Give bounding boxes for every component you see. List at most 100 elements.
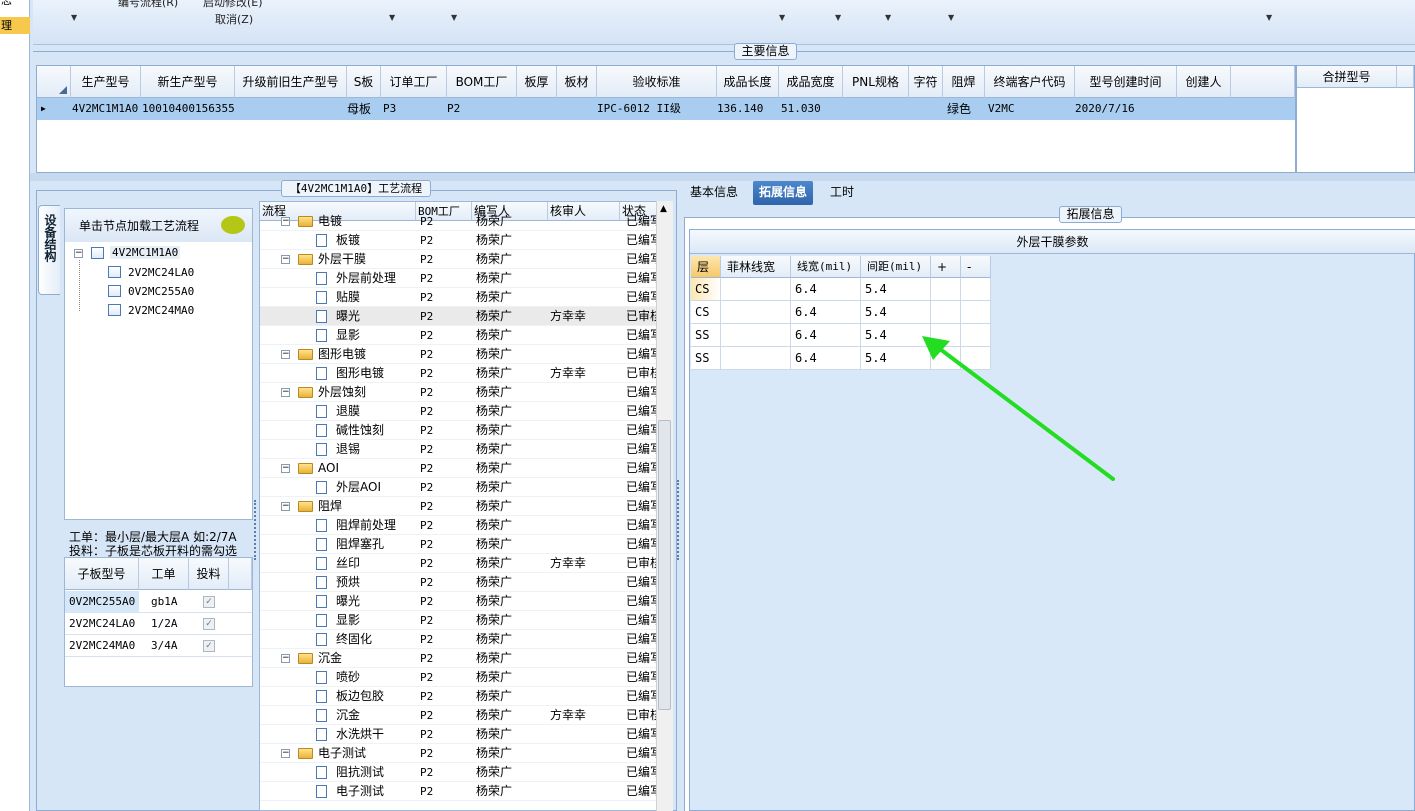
status-cell[interactable]: 已编写 [626,725,656,744]
status-cell[interactable]: 已审核 [626,307,656,326]
status-cell[interactable]: 已编写 [626,763,656,782]
table-row[interactable]: 2V2MC24MA0 3/4A ✓ [65,635,252,657]
tree-node-root[interactable]: 4V2MC1M1A0 [110,246,181,259]
bom-factory-cell[interactable]: P2 [420,212,433,231]
bom-factory-cell[interactable]: P2 [420,573,433,592]
process-name-cell[interactable]: 电子测试 [336,782,384,801]
process-name-cell[interactable]: 外层干膜 [318,250,366,269]
bom-factory-cell[interactable]: P2 [420,535,433,554]
writer-cell[interactable]: 杨荣广 [476,535,512,554]
cell-solder-mask[interactable]: 绿色 [947,98,971,120]
collapse-icon[interactable]: − [281,502,290,511]
reviewer-cell[interactable]: 方幸幸 [550,364,586,383]
process-row[interactable]: 终固化 P2 杨荣广 已编写 [260,630,660,649]
dropdown-arrow-icon[interactable]: ▼ [948,13,954,22]
film-width-cell[interactable] [721,347,791,370]
bom-factory-cell[interactable]: P2 [420,364,433,383]
collapse-icon[interactable]: − [281,464,290,473]
status-cell[interactable]: 已编写 [626,212,656,231]
writer-cell[interactable]: 杨荣广 [476,573,512,592]
plus-cell[interactable] [931,278,961,301]
status-cell[interactable]: 已编写 [626,326,656,345]
reviewer-cell[interactable]: 方幸幸 [550,307,586,326]
minus-cell[interactable] [961,301,991,324]
status-cell[interactable]: 已编写 [626,250,656,269]
writer-cell[interactable]: 杨荣广 [476,782,512,801]
bom-factory-cell[interactable]: P2 [420,421,433,440]
sub-order-cell[interactable]: gb1A [151,591,178,613]
col-header[interactable]: 阻焊 [943,66,985,98]
collapse-icon[interactable]: − [281,749,290,758]
process-row[interactable]: 阻焊塞孔 P2 杨荣广 已编写 [260,535,660,554]
col-header[interactable]: 升级前旧生产型号 [235,66,347,98]
process-name-cell[interactable]: 丝印 [336,554,360,573]
col-header[interactable]: 终端客户代码 [985,66,1075,98]
bom-factory-cell[interactable]: P2 [420,630,433,649]
status-cell[interactable]: 已编写 [626,440,656,459]
writer-cell[interactable]: 杨荣广 [476,630,512,649]
cell-new-prod-model[interactable]: 10010400156355 [142,98,235,120]
collapse-icon[interactable]: − [281,388,290,397]
status-cell[interactable]: 已编写 [626,611,656,630]
numbering-flow-label[interactable]: 编号流程(R) [118,0,178,10]
process-name-cell[interactable]: 曝光 [336,307,360,326]
writer-cell[interactable]: 杨荣广 [476,478,512,497]
process-name-cell[interactable]: 沉金 [318,649,342,668]
process-name-cell[interactable]: 水洗烘干 [336,725,384,744]
dropdown-arrow-icon[interactable]: ▼ [779,13,785,22]
status-cell[interactable]: 已编写 [626,497,656,516]
status-cell[interactable]: 已编写 [626,231,656,250]
film-width-cell[interactable] [721,301,791,324]
cell-s-board[interactable]: 母板 [347,98,371,120]
process-row[interactable]: 曝光 P2 杨荣广 已编写 [260,592,660,611]
tab-work-hours[interactable]: 工时 [824,181,860,205]
process-name-cell[interactable]: 阻抗测试 [336,763,384,782]
process-name-cell[interactable]: 显影 [336,326,360,345]
col-header[interactable]: 成品宽度 [779,66,843,98]
col-header[interactable]: 板材 [557,66,597,98]
status-cell[interactable]: 已编写 [626,421,656,440]
collapse-icon[interactable]: − [281,654,290,663]
bom-factory-cell[interactable]: P2 [420,687,433,706]
process-name-cell[interactable]: 碱性蚀刻 [336,421,384,440]
process-row[interactable]: 贴膜 P2 杨荣广 已编写 [260,288,660,307]
collapse-icon[interactable]: − [74,249,83,258]
cell-length[interactable]: 136.140 [717,98,763,120]
col-header[interactable]: 投料 [189,558,229,590]
process-name-cell[interactable]: AOI [318,459,339,478]
bom-factory-cell[interactable]: P2 [420,231,433,250]
dropdown-arrow-icon[interactable]: ▼ [451,13,457,22]
writer-cell[interactable]: 杨荣广 [476,402,512,421]
dropdown-arrow-icon[interactable]: ▼ [389,13,395,22]
bom-factory-cell[interactable]: P2 [420,611,433,630]
col-header[interactable]: 新生产型号 [141,66,235,98]
tab-device-structure[interactable]: 设备结构 [38,205,60,295]
layer-cell[interactable]: SS [691,347,721,370]
col-header[interactable]: 生产型号 [71,66,141,98]
tree-node[interactable]: 2V2MC24LA0 [128,266,194,279]
status-cell[interactable]: 已编写 [626,782,656,801]
add-column-button[interactable]: + [931,256,961,278]
layer-cell[interactable]: CS [691,301,721,324]
status-cell[interactable]: 已编写 [626,478,656,497]
col-header[interactable]: 验收标准 [597,66,717,98]
process-name-cell[interactable]: 外层AOI [336,478,381,497]
writer-cell[interactable]: 杨荣广 [476,649,512,668]
bom-factory-cell[interactable]: P2 [420,725,433,744]
process-row[interactable]: 外层AOI P2 杨荣广 已编写 [260,478,660,497]
bom-factory-cell[interactable]: P2 [420,269,433,288]
bom-factory-cell[interactable]: P2 [420,326,433,345]
bom-factory-cell[interactable]: P2 [420,592,433,611]
process-name-cell[interactable]: 阻焊前处理 [336,516,396,535]
process-name-cell[interactable]: 板镀 [336,231,360,250]
tree-node[interactable]: 2V2MC24MA0 [128,304,194,317]
collapse-icon[interactable]: − [281,217,290,226]
table-row[interactable]: ▶ 4V2MC1M1A0 10010400156355 母板 P3 P2 IPC… [37,98,1295,120]
writer-cell[interactable]: 杨荣广 [476,459,512,478]
cell-prod-model[interactable]: 4V2MC1M1A0 [72,98,138,120]
process-name-cell[interactable]: 退膜 [336,402,360,421]
feed-checkbox[interactable]: ✓ [203,618,215,630]
minus-cell[interactable] [961,278,991,301]
tab-extended-info[interactable]: 拓展信息 [753,181,814,205]
dropdown-arrow-icon[interactable]: ▼ [885,13,891,22]
